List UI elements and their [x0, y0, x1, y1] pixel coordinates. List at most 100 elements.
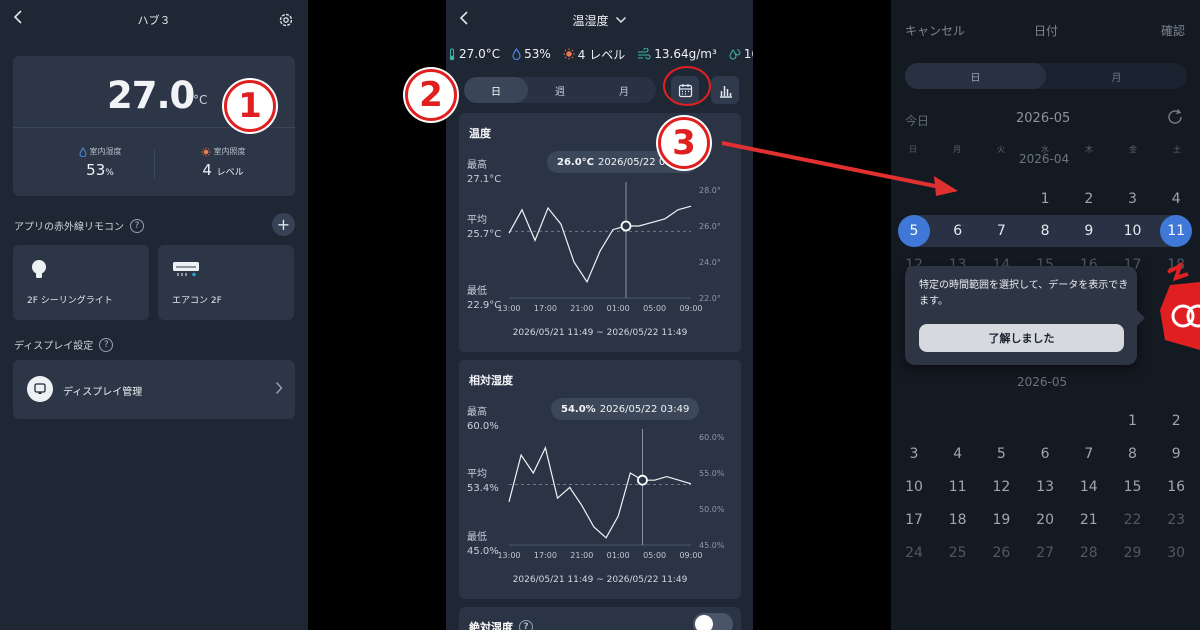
calendar-day[interactable]: 13	[1023, 479, 1067, 495]
display-section-title: ディスプレイ設定 ?	[14, 337, 114, 352]
temperature-unit: °C	[193, 93, 208, 107]
calendar-day[interactable]: 26	[979, 545, 1023, 561]
calendar-day[interactable]: 4	[936, 446, 980, 462]
date-range: 2026/05/21 11:49 ~ 2026/05/22 11:49	[512, 575, 688, 585]
help-icon[interactable]: ?	[519, 620, 533, 630]
today-button[interactable]: 今日	[905, 112, 929, 129]
humidity-value: 53	[86, 161, 106, 179]
calendar-day[interactable]: 10	[892, 479, 936, 495]
tab-day[interactable]: 日	[905, 63, 1046, 89]
stats-button[interactable]	[711, 76, 739, 104]
back-arrow-icon[interactable]	[12, 10, 24, 27]
series-line	[508, 446, 692, 539]
air-conditioner-icon	[173, 262, 199, 277]
calendar-day[interactable]: 27	[1023, 545, 1067, 561]
x-tick-label: 21:00	[570, 304, 593, 313]
back-arrow-icon[interactable]	[458, 11, 470, 28]
calendar-day[interactable]: 10	[1111, 223, 1155, 239]
calendar-day[interactable]: 30	[1154, 545, 1198, 561]
page-title: 日付	[1034, 24, 1059, 38]
calendar-day[interactable]: 7	[1067, 446, 1111, 462]
absolute-humidity-toggle[interactable]	[693, 613, 733, 630]
calendar-day[interactable]: 11	[1160, 215, 1193, 247]
weekday-label: 火	[997, 145, 1005, 154]
calendar-day[interactable]: 9	[1067, 223, 1111, 239]
calendar-icon	[678, 83, 692, 97]
x-tick-label: 13:00	[497, 551, 520, 560]
gear-icon[interactable]	[278, 12, 294, 31]
display-icon	[27, 376, 53, 402]
calendar-day[interactable]: 25	[936, 545, 980, 561]
calendar-day[interactable]: 2	[1154, 413, 1198, 429]
annotation-badge-2: 2	[405, 69, 457, 121]
calendar-day[interactable]: 19	[979, 512, 1023, 528]
refresh-icon[interactable]	[1166, 108, 1184, 130]
calendar-day[interactable]: 3	[892, 446, 936, 462]
hint-popup: 特定の時間範囲を選択して、データを表示できます。 了解しました	[905, 266, 1145, 365]
dismiss-hint-button[interactable]: 了解しました	[919, 324, 1124, 352]
calendar-day[interactable]: 28	[1067, 545, 1111, 561]
y-tick-label: 24.0°	[699, 258, 721, 267]
calendar-day[interactable]: 18	[936, 512, 980, 528]
humidity-chart[interactable]: 60.0% 55.0% 50.0% 45.0% 13:00 17:00 21:00 01:00…	[459, 360, 741, 599]
help-icon[interactable]: ?	[130, 218, 144, 233]
temp-humidity-panel: 温湿度 27.0°C 53% 4 レベル 13.64g/m³ 16 日 週 月	[446, 0, 753, 630]
absolute-humidity-row: 絶対湿度 ?	[459, 607, 741, 630]
tab-month[interactable]: 月	[1046, 63, 1187, 89]
calendar-day[interactable]: 5	[979, 446, 1023, 462]
calendar-day[interactable]: 21	[1067, 512, 1111, 528]
page-title[interactable]: 温湿度	[572, 12, 608, 29]
annotation-badge-1: 1	[224, 80, 276, 132]
display-management-row[interactable]: ディスプレイ管理	[13, 360, 295, 419]
device-card-aircon[interactable]: エアコン 2F	[158, 245, 294, 320]
help-icon[interactable]: ?	[99, 337, 114, 352]
metrics-bar: 27.0°C 53% 4 レベル 13.64g/m³ 16	[446, 44, 753, 64]
water-drops-icon	[729, 48, 741, 60]
calendar-day[interactable]: 6	[936, 223, 980, 239]
calendar-day[interactable]: 24	[892, 545, 936, 561]
y-tick-label: 22.0°	[699, 294, 721, 303]
calendar-day[interactable]: 22	[1111, 512, 1155, 528]
y-tick-label: 50.0%	[699, 505, 725, 514]
calendar-day[interactable]: 11	[936, 479, 980, 495]
calendar-day[interactable]: 4	[1154, 191, 1198, 207]
y-tick-label: 55.0%	[699, 469, 725, 478]
tab-month[interactable]: 月	[592, 77, 656, 103]
calendar-day[interactable]: 2	[1067, 191, 1111, 207]
calendar-day[interactable]: 15	[1111, 479, 1155, 495]
droplet-icon	[512, 48, 521, 60]
calendar-day[interactable]: 5	[898, 215, 930, 247]
metric-absolute-humidity: 13.64g/m³	[637, 44, 717, 64]
calendar-button[interactable]	[671, 76, 699, 104]
calendar-day[interactable]: 12	[979, 479, 1023, 495]
device-card-light[interactable]: 2F シーリングライト	[13, 245, 149, 320]
highlight-point	[637, 474, 648, 486]
calendar-day[interactable]: 9	[1154, 446, 1198, 462]
calendar-day[interactable]: 29	[1111, 545, 1155, 561]
calendar-day[interactable]: 17	[892, 512, 936, 528]
annotation-badge-3: 3	[658, 117, 710, 169]
calendar-day[interactable]: 1	[1023, 191, 1067, 207]
cancel-button[interactable]: キャンセル	[905, 22, 965, 39]
light-bulb-icon	[32, 260, 46, 278]
calendar-day[interactable]: 16	[1154, 479, 1198, 495]
calendar-day[interactable]: 1	[1111, 413, 1155, 429]
temp-humidity-header: 温湿度	[446, 0, 753, 40]
calendar-day[interactable]: 7	[979, 223, 1023, 239]
calendar-day[interactable]: 18	[1154, 257, 1198, 273]
add-remote-button[interactable]: +	[272, 213, 295, 236]
chevron-down-icon[interactable]	[615, 13, 627, 27]
calendar-day[interactable]: 8	[1023, 223, 1067, 239]
tab-day[interactable]: 日	[464, 77, 528, 103]
tab-week[interactable]: 週	[528, 77, 592, 103]
fade-overlay	[891, 570, 1200, 630]
confirm-button[interactable]: 確認	[1161, 22, 1185, 39]
calendar-day[interactable]: 6	[1023, 446, 1067, 462]
calendar-day[interactable]: 3	[1111, 191, 1155, 207]
calendar-day[interactable]: 23	[1154, 512, 1198, 528]
calendar-day[interactable]: 14	[1067, 479, 1111, 495]
chevron-right-icon	[275, 380, 283, 399]
date-picker-header: キャンセル 日付 確認	[891, 0, 1200, 58]
calendar-day[interactable]: 8	[1111, 446, 1155, 462]
calendar-day[interactable]: 20	[1023, 512, 1067, 528]
